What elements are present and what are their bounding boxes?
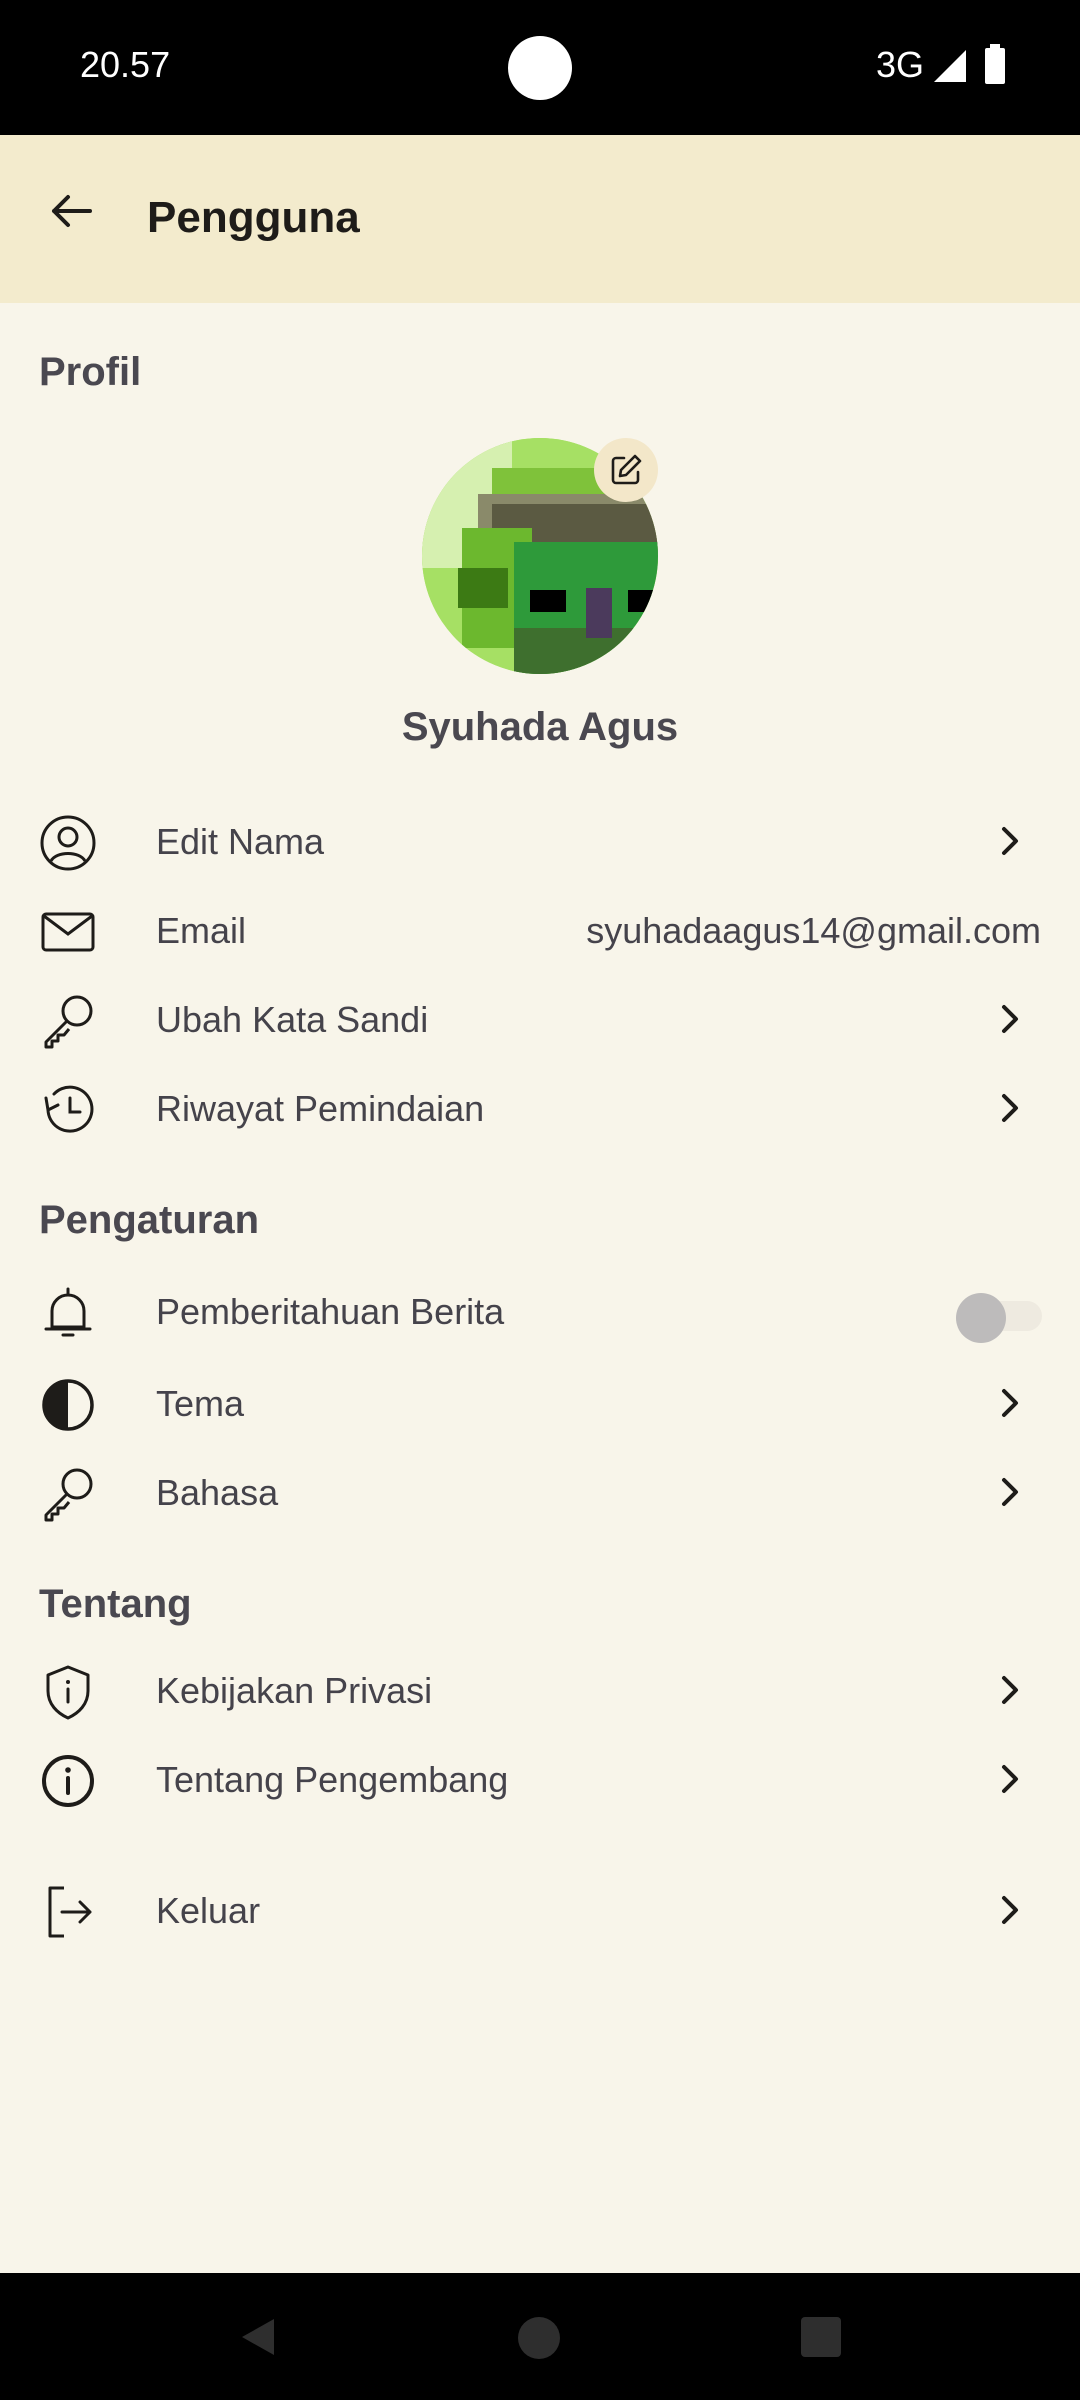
arrow-left-icon[interactable] <box>42 181 102 241</box>
news-notification-row: Pemberitahuan Berita <box>0 1271 1080 1351</box>
about-developer-label: Tentang Pengembang <box>156 1759 509 1800</box>
theme-row[interactable]: Tema <box>0 1363 1080 1443</box>
email-label: Email <box>156 910 247 951</box>
about-developer-row[interactable]: Tentang Pengembang <box>0 1739 1080 1819</box>
change-password-row[interactable]: Ubah Kata Sandi <box>0 979 1080 1059</box>
scan-history-row[interactable]: Riwayat Pemindaian <box>0 1068 1080 1148</box>
chevron-right-icon <box>1002 1478 1018 1506</box>
profile-name: Syuhada Agus <box>401 705 679 749</box>
change-password-label: Ubah Kata Sandi <box>156 999 429 1040</box>
edit-name-label: Edit Nama <box>156 821 325 862</box>
language-row[interactable]: Bahasa <box>0 1452 1080 1532</box>
info-icon <box>42 1755 94 1807</box>
status-time: 20.57 <box>80 44 171 85</box>
language-label: Bahasa <box>156 1472 279 1513</box>
history-icon <box>44 1085 94 1133</box>
page-title: Pengguna <box>147 193 360 242</box>
user-circle-icon <box>40 815 96 871</box>
chevron-right-icon <box>1002 1676 1018 1704</box>
nav-home-icon[interactable] <box>516 2315 562 2361</box>
shield-icon <box>46 1665 90 1720</box>
screen: 20.57 3G Pengguna Profil Syuhada Agus Ed… <box>0 0 1080 2400</box>
network-type: 3G <box>876 44 925 85</box>
scan-history-label: Riwayat Pemindaian <box>156 1088 485 1129</box>
system-nav-bar <box>0 2273 1080 2400</box>
toggle-thumb <box>956 1293 1006 1343</box>
status-bar: 20.57 3G <box>0 0 1080 135</box>
section-title-about: Tentang <box>39 1582 192 1626</box>
camera-cutout <box>508 36 572 100</box>
privacy-policy-row[interactable]: Kebijakan Privasi <box>0 1650 1080 1730</box>
mail-icon <box>41 912 95 952</box>
email-row: Email syuhadaagus14@gmail.com <box>0 890 1080 970</box>
chevron-right-icon <box>1002 1389 1018 1417</box>
section-title-settings: Pengaturan <box>39 1198 260 1242</box>
chevron-right-icon <box>1002 1094 1018 1122</box>
news-notification-label: Pemberitahuan Berita <box>156 1291 505 1332</box>
edit-icon <box>611 454 642 485</box>
section-title-profile: Profil <box>39 350 142 394</box>
contrast-icon <box>42 1379 94 1431</box>
chevron-right-icon <box>1002 1765 1018 1793</box>
app-bar: Pengguna <box>0 135 1080 303</box>
signal-icon <box>934 50 966 82</box>
key-icon <box>44 995 93 1049</box>
key-icon <box>44 1468 93 1522</box>
email-value: syuhadaagus14@gmail.com <box>586 910 1041 951</box>
nav-back-icon[interactable] <box>236 2315 280 2359</box>
bell-icon <box>44 1287 92 1337</box>
chevron-right-icon <box>1002 827 1018 855</box>
chevron-right-icon <box>1002 1896 1018 1924</box>
privacy-policy-label: Kebijakan Privasi <box>156 1670 433 1711</box>
chevron-right-icon <box>1002 1005 1018 1033</box>
news-notification-toggle[interactable] <box>956 1293 1042 1343</box>
logout-label: Keluar <box>156 1890 261 1931</box>
theme-label: Tema <box>156 1383 245 1424</box>
edit-name-row[interactable]: Edit Nama <box>0 801 1080 881</box>
logout-icon <box>48 1886 92 1938</box>
edit-avatar-button[interactable] <box>594 438 658 502</box>
nav-recents-icon[interactable] <box>800 2316 842 2358</box>
battery-icon <box>985 44 1005 84</box>
logout-row[interactable]: Keluar <box>0 1870 1080 1950</box>
